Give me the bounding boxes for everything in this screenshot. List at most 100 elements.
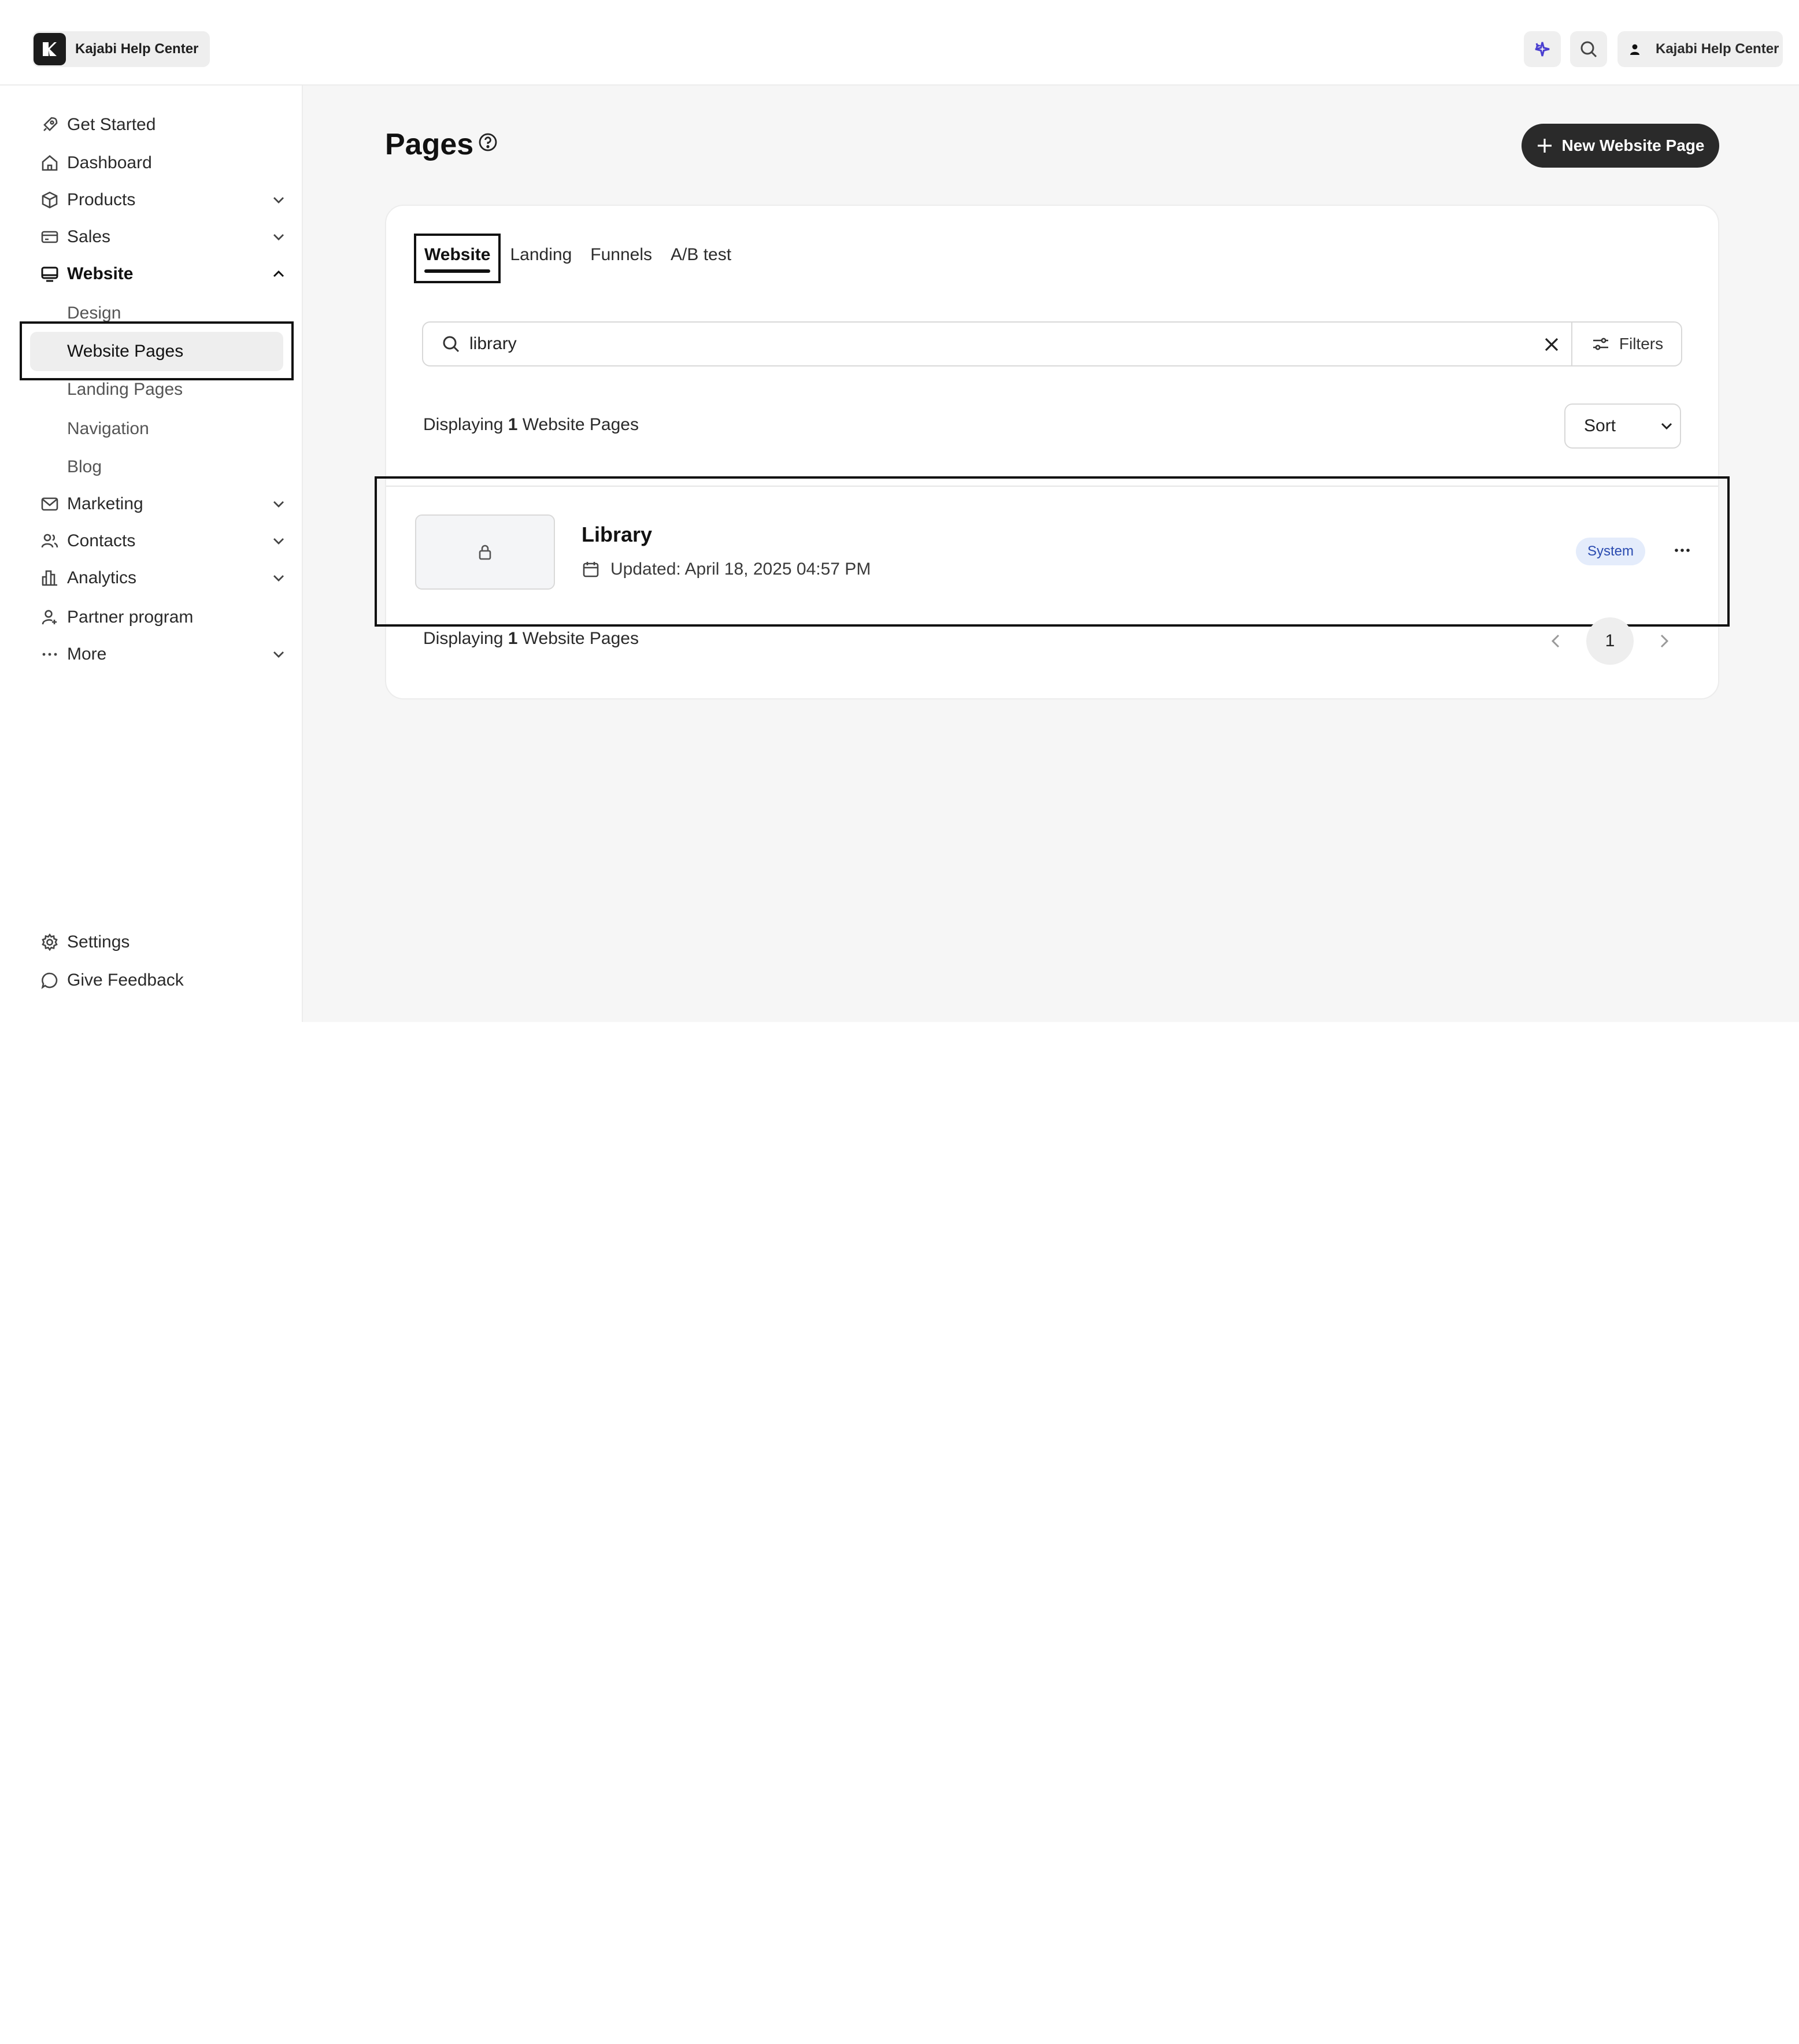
row-divider bbox=[386, 486, 1718, 487]
sidebar-item-label: Get Started bbox=[67, 115, 156, 134]
sidebar-item-label: Settings bbox=[67, 932, 130, 951]
chevron-left-icon bbox=[1551, 634, 1560, 648]
sidebar-subitem-blog[interactable]: Blog bbox=[67, 450, 102, 484]
sidebar-item-label: Analytics bbox=[67, 568, 137, 587]
account-menu-button[interactable]: Kajabi Help Center bbox=[1617, 31, 1783, 67]
chevron-up-icon bbox=[273, 270, 284, 277]
brand-switcher[interactable]: Kajabi Help Center bbox=[32, 31, 210, 67]
sidebar-item-website[interactable]: Website bbox=[39, 257, 294, 291]
search-bar: Filters bbox=[422, 321, 1682, 366]
search-icon bbox=[443, 336, 460, 353]
page-name[interactable]: Library bbox=[582, 523, 652, 547]
new-website-page-button[interactable]: New Website Page bbox=[1522, 124, 1719, 168]
sidebar-item-contacts[interactable]: Contacts bbox=[39, 524, 294, 558]
tab-ab-test[interactable]: A/B test bbox=[661, 234, 741, 283]
pagination: 1 bbox=[1542, 617, 1678, 665]
page-updated: Updated: April 18, 2025 04:57 PM bbox=[582, 560, 871, 579]
count-prefix: Displaying bbox=[423, 629, 508, 648]
lock-icon bbox=[479, 545, 491, 560]
chevron-down-icon bbox=[273, 538, 284, 545]
help-icon[interactable] bbox=[477, 132, 498, 153]
ai-assistant-button[interactable] bbox=[1524, 31, 1561, 67]
filters-button[interactable]: Filters bbox=[1571, 323, 1682, 365]
page-updated-text: Updated: April 18, 2025 04:57 PM bbox=[610, 560, 871, 579]
page-type-tabs: Website Landing Funnels A/B test bbox=[414, 234, 741, 283]
rocket-icon bbox=[39, 114, 60, 135]
more-horizontal-icon bbox=[1675, 549, 1690, 552]
sidebar-item-give-feedback[interactable]: Give Feedback bbox=[39, 963, 294, 998]
sidebar-item-settings[interactable]: Settings bbox=[39, 925, 294, 960]
page-number-button[interactable]: 1 bbox=[1586, 617, 1634, 665]
main-content: Pages New Website Page Website Landing F… bbox=[303, 86, 1799, 1022]
sidebar-item-label: Website bbox=[67, 264, 134, 283]
count-number: 1 bbox=[508, 415, 518, 434]
chevron-down-icon bbox=[273, 651, 284, 658]
count-number: 1 bbox=[508, 629, 518, 648]
brand-name: Kajabi Help Center bbox=[75, 41, 199, 57]
count-prefix: Displaying bbox=[423, 415, 508, 434]
page-thumbnail[interactable] bbox=[415, 514, 555, 590]
row-actions-button[interactable] bbox=[1672, 540, 1693, 561]
table-row[interactable]: Library Updated: April 18, 2025 04:57 PM… bbox=[375, 476, 1730, 627]
sidebar-item-label: Marketing bbox=[67, 494, 143, 513]
sidebar-item-label: More bbox=[67, 645, 107, 664]
chat-icon bbox=[39, 970, 60, 991]
kajabi-logo-icon bbox=[34, 33, 66, 65]
page-title: Pages bbox=[385, 128, 474, 161]
gear-icon bbox=[39, 932, 60, 953]
partner-icon bbox=[39, 607, 60, 628]
home-icon bbox=[39, 153, 60, 173]
sidebar-item-get-started[interactable]: Get Started bbox=[39, 108, 294, 142]
close-icon[interactable] bbox=[1542, 335, 1561, 354]
filters-label: Filters bbox=[1619, 335, 1664, 353]
new-website-page-label: New Website Page bbox=[1561, 136, 1705, 154]
sliders-icon bbox=[1593, 338, 1608, 350]
mail-icon bbox=[39, 494, 60, 514]
chevron-right-icon bbox=[1660, 634, 1669, 648]
chevron-down-icon bbox=[273, 575, 284, 582]
pages-card: Website Landing Funnels A/B test Filters… bbox=[375, 205, 1730, 699]
next-page-button[interactable] bbox=[1650, 627, 1678, 655]
account-name: Kajabi Help Center bbox=[1656, 41, 1779, 57]
count-suffix: Website Pages bbox=[517, 629, 639, 648]
sidebar-item-products[interactable]: Products bbox=[39, 183, 294, 217]
count-suffix: Website Pages bbox=[517, 415, 639, 434]
sort-label: Sort bbox=[1584, 416, 1616, 435]
tab-funnels[interactable]: Funnels bbox=[581, 234, 661, 283]
chevron-down-icon bbox=[1661, 423, 1672, 430]
sidebar-item-marketing[interactable]: Marketing bbox=[39, 487, 294, 521]
sparkle-icon bbox=[1535, 42, 1550, 57]
plus-icon bbox=[1537, 139, 1552, 153]
sidebar-item-label: Partner program bbox=[67, 608, 194, 627]
dots-icon bbox=[39, 644, 60, 665]
sidebar-item-sales[interactable]: Sales bbox=[39, 220, 294, 254]
sidebar-item-label: Contacts bbox=[67, 531, 136, 550]
sidebar-item-analytics[interactable]: Analytics bbox=[39, 561, 294, 595]
results-count-footer: Displaying 1 Website Pages bbox=[423, 629, 639, 649]
results-count: Displaying 1 Website Pages bbox=[423, 415, 639, 435]
chevron-down-icon bbox=[273, 501, 284, 508]
tab-landing[interactable]: Landing bbox=[501, 234, 581, 283]
global-search-button[interactable] bbox=[1570, 31, 1607, 67]
box-icon bbox=[39, 190, 60, 210]
sidebar-item-dashboard[interactable]: Dashboard bbox=[39, 146, 294, 180]
sidebar-subitem-navigation[interactable]: Navigation bbox=[67, 412, 149, 446]
sidebar-item-label: Sales bbox=[67, 227, 111, 246]
sort-dropdown[interactable]: Sort bbox=[1564, 403, 1681, 449]
highlight-box bbox=[20, 321, 294, 380]
tab-label: Website bbox=[424, 245, 491, 264]
tab-website[interactable]: Website bbox=[414, 234, 501, 283]
prev-page-button[interactable] bbox=[1542, 627, 1570, 655]
people-icon bbox=[39, 531, 60, 551]
chevron-down-icon bbox=[273, 197, 284, 203]
sidebar-item-partner-program[interactable]: Partner program bbox=[39, 600, 294, 635]
user-icon bbox=[1630, 44, 1639, 55]
search-input[interactable] bbox=[469, 334, 1510, 354]
sidebar-item-more[interactable]: More bbox=[39, 637, 294, 672]
tab-underline bbox=[424, 269, 491, 273]
sidebar-item-label: Dashboard bbox=[67, 153, 152, 172]
sidebar-item-label: Give Feedback bbox=[67, 971, 184, 990]
card-icon bbox=[39, 227, 60, 247]
status-badge: System bbox=[1576, 538, 1645, 565]
sidebar-subitem-landing-pages[interactable]: Landing Pages bbox=[67, 372, 183, 407]
